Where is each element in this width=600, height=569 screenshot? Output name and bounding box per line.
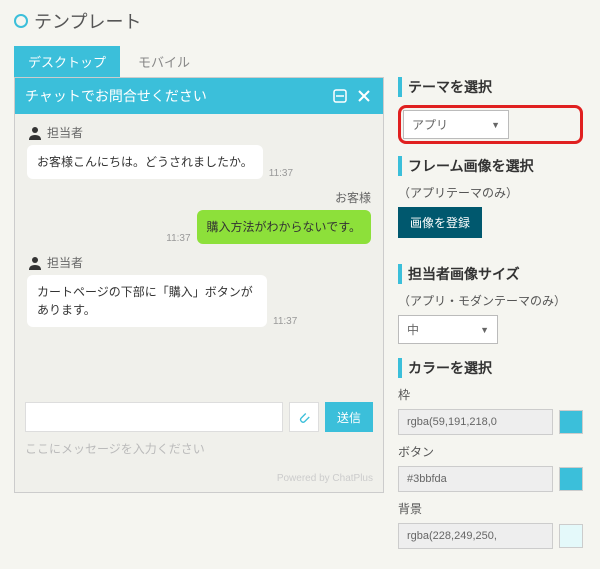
message-time: 11:37 [269,168,293,179]
agent-message: カートページの下部に「購入」ボタンがあります。 [27,275,267,327]
customer-message: 購入方法がわからないです。 [197,210,371,244]
agent-label: 担当者 [47,254,83,271]
chevron-down-icon: ▼ [491,120,500,130]
message-time: 11:37 [166,233,190,244]
attach-icon[interactable] [289,402,319,432]
send-button[interactable]: 送信 [325,402,373,432]
theme-head: テーマを選択 [398,77,583,97]
page-title: テンプレート [14,8,586,34]
register-image-button[interactable]: 画像を登録 [398,207,482,238]
size-value: 中 [407,321,419,338]
theme-select[interactable]: アプリ ▼ [403,110,509,139]
person-icon [27,125,43,141]
theme-value: アプリ [412,116,448,133]
agent-author: 担当者 [27,124,371,141]
button-color-label: ボタン [398,443,583,460]
tab-mobile[interactable]: モバイル [124,46,204,77]
input-placeholder: ここにメッセージを入力ください [25,436,373,461]
chevron-down-icon: ▼ [480,325,489,335]
color-head: カラーを選択 [398,358,583,378]
person-icon [27,255,43,271]
powered-by: Powered by ChatPlus [15,469,383,492]
size-select[interactable]: 中 ▼ [398,315,498,344]
size-sub: （アプリ・モダンテーマのみ） [398,292,583,309]
chat-window: チャットでお問合せください 担当者 [14,77,384,493]
device-tabs: デスクトップ モバイル [14,46,586,77]
bg-color-input[interactable]: rgba(228,249,250, [398,523,553,549]
bg-color-swatch[interactable] [559,524,583,548]
close-icon[interactable] [355,90,373,102]
frame-head: フレーム画像を選択 [398,156,583,176]
size-head: 担当者画像サイズ [398,264,583,284]
frame-color-label: 枠 [398,386,583,403]
frame-color-input[interactable]: rgba(59,191,218,0 [398,409,553,435]
circle-icon [14,14,28,28]
message-input[interactable] [25,402,283,432]
theme-select-highlight: アプリ ▼ [398,105,583,144]
agent-author: 担当者 [27,254,371,271]
chat-header: チャットでお問合せください [15,78,383,114]
button-color-swatch[interactable] [559,467,583,491]
page-title-text: テンプレート [34,8,141,34]
chat-header-title: チャットでお問合せください [25,86,325,106]
chat-input-area: 送信 ここにメッセージを入力ください [15,394,383,469]
tab-desktop[interactable]: デスクトップ [14,46,120,77]
frame-sub: （アプリテーマのみ） [398,184,583,201]
agent-message: お客様こんにちは。どうされましたか。 [27,145,263,179]
frame-color-swatch[interactable] [559,410,583,434]
minimize-icon[interactable] [331,89,349,103]
agent-label: 担当者 [47,124,83,141]
button-color-input[interactable]: #3bbfda [398,466,553,492]
customer-label: お客様 [27,189,371,206]
message-time: 11:37 [273,316,297,327]
chat-body: 担当者 お客様こんにちは。どうされましたか。 11:37 お客様 11:37 購… [15,114,383,394]
